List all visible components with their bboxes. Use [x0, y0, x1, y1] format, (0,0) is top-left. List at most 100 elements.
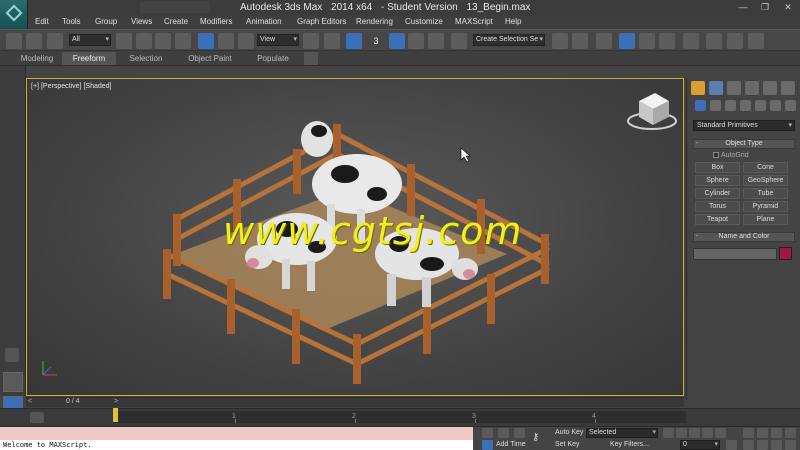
- menu-rendering[interactable]: Rendering: [356, 17, 393, 26]
- sphere-button[interactable]: Sphere: [695, 175, 740, 186]
- spinner-snap-icon[interactable]: [428, 33, 444, 49]
- selection-filter-dropdown[interactable]: All: [69, 34, 111, 46]
- add-time-tag[interactable]: Add Time: [496, 441, 526, 448]
- object-type-rollout[interactable]: - Object Type: [693, 139, 795, 149]
- curve-editor-icon[interactable]: [639, 33, 655, 49]
- previous-frame-icon[interactable]: [676, 428, 687, 438]
- play-icon[interactable]: [689, 428, 700, 438]
- select-by-name-icon[interactable]: [136, 33, 152, 49]
- modify-tab-icon[interactable]: [709, 81, 723, 95]
- space-warps-icon[interactable]: [770, 100, 781, 111]
- minimize-button[interactable]: —: [734, 1, 752, 14]
- geosphere-button[interactable]: GeoSphere: [743, 175, 788, 186]
- menu-graph-editors[interactable]: Graph Editors: [297, 17, 346, 26]
- menu-group[interactable]: Group: [95, 17, 117, 26]
- maxscript-listener-input[interactable]: [0, 427, 473, 440]
- select-link-icon[interactable]: [47, 33, 63, 49]
- maxscript-output[interactable]: Welcome to MAXScript.: [0, 440, 473, 450]
- select-object-icon[interactable]: [116, 33, 132, 49]
- menu-tools[interactable]: Tools: [62, 17, 81, 26]
- tab-modeling[interactable]: Modeling: [14, 52, 60, 65]
- quick-access-toolbar[interactable]: [140, 1, 210, 13]
- shapes-icon[interactable]: [710, 100, 721, 111]
- tube-button[interactable]: Tube: [743, 188, 788, 199]
- torus-button[interactable]: Torus: [695, 201, 740, 212]
- go-to-start-icon[interactable]: [663, 428, 674, 438]
- render-setup-icon[interactable]: [706, 33, 722, 49]
- menu-edit[interactable]: Edit: [35, 17, 49, 26]
- align-icon[interactable]: [572, 33, 588, 49]
- motion-tab-icon[interactable]: [745, 81, 759, 95]
- keyboard-shortcut-icon[interactable]: [346, 33, 362, 49]
- viewcube-icon[interactable]: [627, 93, 677, 130]
- tab-populate[interactable]: Populate: [250, 52, 296, 65]
- current-time-marker[interactable]: [113, 408, 118, 422]
- time-configuration-icon[interactable]: [726, 440, 737, 450]
- edit-named-selection-icon[interactable]: [451, 33, 467, 49]
- auto-key-button[interactable]: Auto Key: [555, 429, 583, 436]
- utilities-tab-icon[interactable]: [781, 81, 795, 95]
- window-crossing-icon[interactable]: [175, 33, 191, 49]
- named-selection-sets-dropdown[interactable]: Create Selection Se: [473, 34, 545, 46]
- orbit-icon[interactable]: [771, 440, 782, 450]
- perspective-viewport[interactable]: [+] [Perspective] [Shaded] www.cgtsj.com: [26, 78, 684, 396]
- autogrid-checkbox[interactable]: AutoGrid: [713, 152, 749, 159]
- tab-selection[interactable]: Selection: [122, 52, 170, 65]
- mirror-icon[interactable]: [552, 33, 568, 49]
- toggle-ribbon-icon[interactable]: [619, 33, 635, 49]
- zoom-extents-all-icon[interactable]: [785, 428, 796, 438]
- geometry-icon[interactable]: [695, 100, 706, 111]
- viewport-general-menu[interactable]: [+]: [31, 83, 39, 90]
- name-and-color-rollout[interactable]: - Name and Color: [693, 232, 795, 242]
- cameras-icon[interactable]: [740, 100, 751, 111]
- material-editor-icon[interactable]: [683, 33, 699, 49]
- object-name-input[interactable]: [693, 248, 777, 260]
- restore-button[interactable]: ❐: [756, 1, 774, 14]
- viewport-point-of-view-menu[interactable]: [Perspective]: [41, 83, 81, 90]
- object-color-swatch[interactable]: [779, 247, 792, 260]
- plane-button[interactable]: Plane: [743, 214, 788, 225]
- menu-help[interactable]: Help: [505, 17, 521, 26]
- rotate-icon[interactable]: [218, 33, 234, 49]
- current-frame-field[interactable]: 0: [680, 440, 720, 450]
- track-ruler[interactable]: 1 2 3 4: [114, 411, 686, 423]
- menu-customize[interactable]: Customize: [405, 17, 443, 26]
- menu-modifiers[interactable]: Modifiers: [200, 17, 232, 26]
- box-button[interactable]: Box: [695, 162, 740, 173]
- application-button[interactable]: [0, 0, 28, 30]
- undo-icon[interactable]: [6, 33, 22, 49]
- move-icon[interactable]: [198, 33, 214, 49]
- track-bar[interactable]: 1 2 3 4: [0, 408, 800, 426]
- primitive-category-dropdown[interactable]: Standard Primitives: [693, 120, 795, 131]
- menu-views[interactable]: Views: [131, 17, 152, 26]
- absolute-mode-icon[interactable]: [514, 428, 525, 438]
- scale-icon[interactable]: [238, 33, 254, 49]
- ribbon-options-icon[interactable]: [304, 52, 318, 65]
- tab-freeform[interactable]: Freeform: [62, 52, 116, 65]
- systems-icon[interactable]: [785, 100, 796, 111]
- redo-icon[interactable]: [26, 33, 42, 49]
- tab-object-paint[interactable]: Object Paint: [180, 52, 240, 65]
- menu-maxscript[interactable]: MAXScript: [455, 17, 493, 26]
- snap-toggle-icon[interactable]: 3: [368, 33, 384, 49]
- menu-animation[interactable]: Animation: [246, 17, 282, 26]
- cylinder-button[interactable]: Cylinder: [695, 188, 740, 199]
- add-time-tag-icon[interactable]: [482, 440, 493, 450]
- hierarchy-tab-icon[interactable]: [727, 81, 741, 95]
- next-frame-icon[interactable]: [702, 428, 713, 438]
- select-manipulate-icon[interactable]: [324, 33, 340, 49]
- viewport-label-menu[interactable]: [+] [Perspective] [Shaded]: [31, 83, 113, 90]
- time-slider-next-arrow[interactable]: >: [114, 398, 118, 405]
- reference-coordinate-dropdown[interactable]: View: [257, 34, 299, 46]
- teapot-button[interactable]: Teapot: [695, 214, 740, 225]
- key-icon[interactable]: ⚷: [532, 432, 539, 443]
- go-to-end-icon[interactable]: [715, 428, 726, 438]
- lights-icon[interactable]: [725, 100, 736, 111]
- rectangular-selection-icon[interactable]: [155, 33, 171, 49]
- schematic-view-icon[interactable]: [659, 33, 675, 49]
- viewport-shading-menu[interactable]: [Shaded]: [83, 83, 111, 90]
- menu-create[interactable]: Create: [164, 17, 188, 26]
- layer-explorer-icon[interactable]: [596, 33, 612, 49]
- isolate-selection-icon[interactable]: [498, 428, 509, 438]
- render-production-icon[interactable]: [748, 33, 764, 49]
